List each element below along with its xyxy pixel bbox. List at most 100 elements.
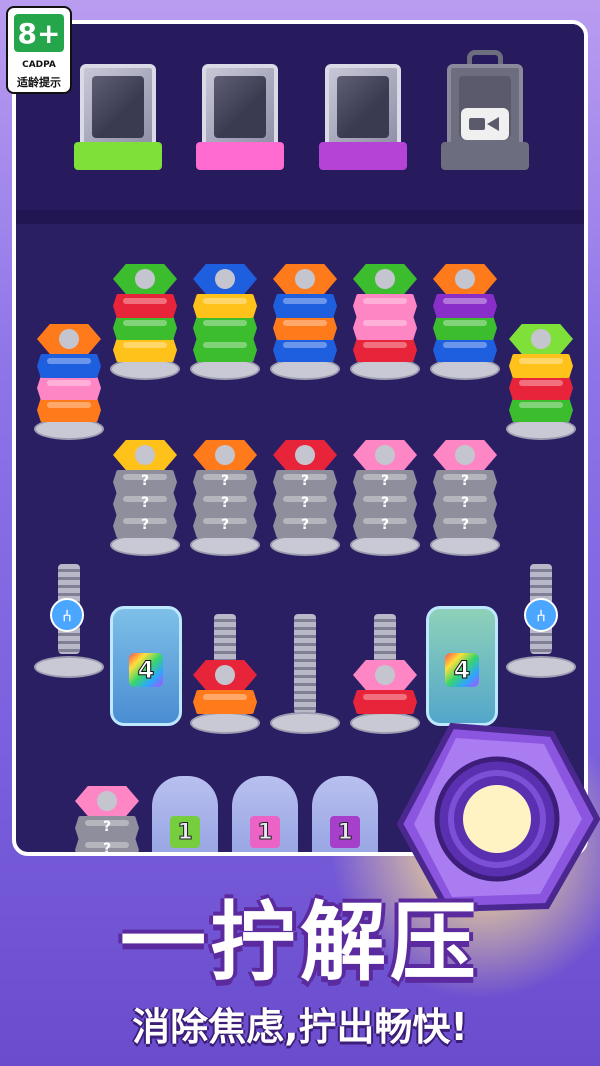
nut-red [509, 376, 573, 400]
bolt-shaft [294, 614, 316, 714]
nut-green [193, 316, 257, 340]
bolt-stack[interactable] [430, 262, 500, 380]
bolt-stack[interactable] [110, 262, 180, 380]
hidden-symbol: ? [300, 495, 310, 511]
nut-pink [37, 376, 101, 400]
nut-blue [273, 294, 337, 318]
nut-red [353, 338, 417, 362]
box-glass [80, 64, 156, 150]
hidden-nut: ? [273, 492, 337, 516]
bolt-plate [190, 712, 260, 734]
collect-box-purple[interactable] [319, 64, 407, 172]
headline: 一拧解压 [120, 893, 480, 993]
bolt-stack[interactable]: ? ? ? [110, 436, 180, 556]
age-rating-badge: 8+ CADPA 适龄提示 [6, 6, 72, 94]
locked-box-video-unlock[interactable] [441, 50, 529, 172]
hidden-symbol: ? [140, 517, 150, 533]
ghost-bolt-pink[interactable]: 1 [232, 776, 298, 852]
nut-pink [353, 294, 417, 318]
nut-blue [433, 338, 497, 362]
nut-blue [37, 354, 101, 378]
nut-orange [273, 316, 337, 340]
ice-counter: 4 [445, 653, 479, 687]
hidden-nut: ? [433, 492, 497, 516]
nut-blue-top [193, 264, 257, 294]
box-glass [325, 64, 401, 150]
hidden-nut: ? [273, 470, 337, 494]
share-icon[interactable]: ⑃ [50, 598, 84, 632]
ghost-bolt-green[interactable]: 1 [152, 776, 218, 852]
hidden-symbol: ? [460, 495, 470, 511]
hidden-symbol: ? [102, 841, 112, 856]
bolt-stack[interactable] [190, 262, 260, 380]
shelf-divider [16, 210, 584, 224]
nut-red [353, 690, 417, 714]
share-icon[interactable]: ⑃ [524, 598, 558, 632]
hidden-symbol: ? [102, 819, 112, 835]
bolt-empty[interactable] [270, 614, 340, 734]
box-base-purple [319, 142, 407, 170]
nut-red [113, 294, 177, 318]
nut-orange [37, 398, 101, 422]
bolt-stack[interactable]: ? ? ? [190, 436, 260, 556]
box-base-green [74, 142, 162, 170]
nut-pink-top [433, 440, 497, 470]
hidden-symbol: ? [220, 517, 230, 533]
nut-green [193, 338, 257, 362]
nut-purple [433, 294, 497, 318]
ice-counter: 4 [129, 653, 163, 687]
bolt-shaft [374, 614, 396, 664]
hidden-symbol: ? [220, 495, 230, 511]
ghost-counter: 1 [330, 816, 360, 848]
hidden-symbol: ? [220, 473, 230, 489]
nut-lime-top [509, 324, 573, 354]
nut-yellow [193, 294, 257, 318]
nut-yellow-top [113, 440, 177, 470]
frozen-bolt[interactable]: 4 [110, 606, 182, 726]
nut-green-top [353, 264, 417, 294]
hidden-nut: ? [113, 492, 177, 516]
hidden-nut: ? [353, 514, 417, 538]
bolt-stack[interactable]: ? ? [72, 770, 142, 856]
hidden-symbol: ? [300, 517, 310, 533]
ghost-bolt-purple[interactable]: 1 [312, 776, 378, 852]
box-base-gray [441, 142, 529, 170]
hidden-symbol: ? [300, 473, 310, 489]
hidden-nut: ? [113, 470, 177, 494]
frozen-bolt[interactable]: 4 [426, 606, 498, 726]
nut-green [509, 398, 573, 422]
nut-green [113, 316, 177, 340]
hidden-nut: ? [273, 514, 337, 538]
nut-red-top [273, 440, 337, 470]
hidden-nut: ? [75, 838, 139, 856]
hidden-nut: ? [113, 514, 177, 538]
bolt-stack[interactable] [34, 322, 104, 440]
hidden-symbol: ? [460, 473, 470, 489]
hidden-nut: ? [193, 492, 257, 516]
collect-box-pink[interactable] [196, 64, 284, 172]
bolt-stack[interactable] [270, 262, 340, 380]
bolt-stack[interactable]: ? ? ? [350, 436, 420, 556]
collect-box-green[interactable] [74, 64, 162, 172]
nut-pink [353, 316, 417, 340]
bolt-stack[interactable] [506, 322, 576, 440]
nut-pink-top [353, 660, 417, 690]
nut-orange-top [37, 324, 101, 354]
age-rating: 8+ [14, 14, 64, 52]
box-base-pink [196, 142, 284, 170]
hidden-nut: ? [193, 470, 257, 494]
hidden-nut: ? [353, 492, 417, 516]
rating-label: 适龄提示 [17, 76, 61, 89]
hidden-symbol: ? [140, 473, 150, 489]
bolt-stack[interactable] [190, 614, 260, 734]
box-glass [202, 64, 278, 150]
bolt-stack[interactable]: ? ? ? [430, 436, 500, 556]
bolt-plate [34, 656, 104, 678]
ghost-counter: 1 [250, 816, 280, 848]
bolt-shaft [214, 614, 236, 664]
bolt-stack[interactable]: ? ? ? [270, 436, 340, 556]
hidden-symbol: ? [140, 495, 150, 511]
bolt-stack[interactable] [350, 262, 420, 380]
tagline: 消除焦虑,拧出畅快! [132, 1005, 468, 1049]
hidden-symbol: ? [380, 517, 390, 533]
